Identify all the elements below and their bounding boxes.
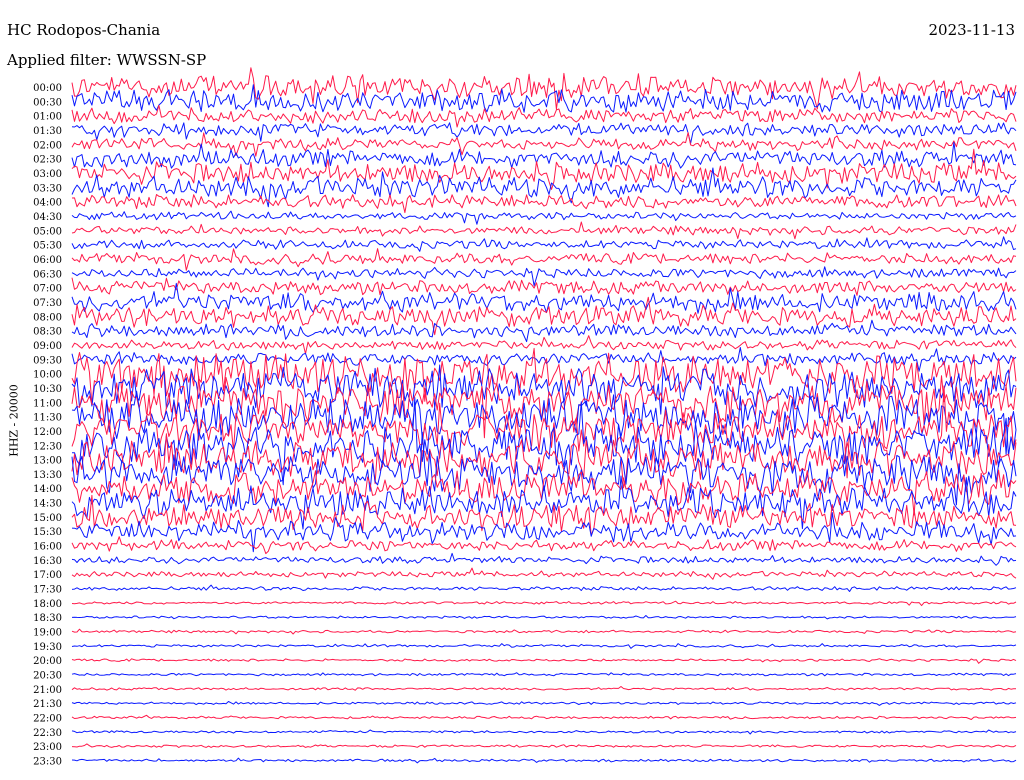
time-tick-label: 12:00 xyxy=(33,427,62,438)
time-tick-label: 19:30 xyxy=(33,642,62,653)
time-tick-label: 12:30 xyxy=(33,441,62,452)
time-tick-label: 11:30 xyxy=(33,413,62,424)
trace-line-1600 xyxy=(71,536,1017,555)
time-tick-label: 03:00 xyxy=(33,169,62,180)
trace-line-0600 xyxy=(71,248,1017,271)
time-tick-label: 07:00 xyxy=(33,284,62,295)
trace-line-1900 xyxy=(71,628,1017,635)
time-tick-label: 18:00 xyxy=(33,599,62,610)
trace-line-0700 xyxy=(71,277,1017,296)
time-tick-label: 03:30 xyxy=(33,183,62,194)
trace-line-0230 xyxy=(71,141,1017,169)
trace-line-2100 xyxy=(71,686,1016,691)
time-tick-label: 21:00 xyxy=(33,685,62,696)
trace-line-1400 xyxy=(71,469,1017,516)
time-tick-label: 06:30 xyxy=(33,269,62,280)
time-tick-label: 01:30 xyxy=(33,126,62,137)
time-tick-label: 04:30 xyxy=(33,212,62,223)
time-tick-label: 23:00 xyxy=(33,742,62,753)
time-tick-label: 16:30 xyxy=(33,556,62,567)
time-tick-label: 13:00 xyxy=(33,456,62,467)
time-tick-label: 10:00 xyxy=(33,370,62,381)
time-tick-label: 17:30 xyxy=(33,585,62,596)
trace-line-1630 xyxy=(71,552,1017,566)
trace-line-1930 xyxy=(71,643,1017,649)
time-tick-label: 05:30 xyxy=(33,241,62,252)
time-tick-label: 11:00 xyxy=(33,398,62,409)
time-tick-label: 01:00 xyxy=(33,112,62,123)
time-tick-label: 07:30 xyxy=(33,298,62,309)
record-date: 2023-11-13 xyxy=(928,21,1015,39)
time-tick-label: 15:00 xyxy=(33,513,62,524)
trace-line-0100 xyxy=(71,104,1017,128)
time-tick-label: 20:00 xyxy=(33,656,62,667)
time-tick-label: 23:30 xyxy=(33,757,62,768)
time-tick-label: 14:30 xyxy=(33,499,62,510)
helicorder-page: 00:00 00:30 01:00 01:30 02:00 02:30 03:00 03:30… xyxy=(0,0,1024,780)
trace-line-1730 xyxy=(71,584,1017,592)
trace-line-1800 xyxy=(71,600,1017,607)
trace-line-0000 xyxy=(71,67,1017,110)
trace-line-0430 xyxy=(71,210,1017,225)
trace-line-2200 xyxy=(71,714,1017,720)
time-tick-label: 22:30 xyxy=(33,728,62,739)
trace-line-1230 xyxy=(72,397,1017,486)
trace-line-0400 xyxy=(71,194,1017,214)
time-tick-label: 16:00 xyxy=(33,542,62,553)
time-tick-label: 08:30 xyxy=(33,327,62,338)
time-tick-label: 09:00 xyxy=(33,341,62,352)
time-tick-label: 02:30 xyxy=(33,155,62,166)
station-title: HC Rodopos-Chania xyxy=(7,21,161,39)
time-tick-label: 05:00 xyxy=(33,226,62,237)
trace-line-0030 xyxy=(71,84,1017,113)
trace-line-1830 xyxy=(71,615,1017,620)
time-tick-label: 14:00 xyxy=(33,484,62,495)
trace-line-2030 xyxy=(71,672,1017,677)
trace-line-2000 xyxy=(71,658,1017,664)
time-tick-label: 06:00 xyxy=(33,255,62,266)
time-tick-label: 13:30 xyxy=(33,470,62,481)
time-tick-label: 04:00 xyxy=(33,198,62,209)
trace-line-0630 xyxy=(71,266,1017,287)
trace-line-0530 xyxy=(71,236,1017,252)
trace-line-2230 xyxy=(71,729,1017,735)
trace-line-2330 xyxy=(71,757,1017,764)
trace-line-1700 xyxy=(71,567,1017,580)
time-tick-label: 08:00 xyxy=(33,312,62,323)
trace-line-0900 xyxy=(71,335,1017,355)
trace-line-2300 xyxy=(71,743,1017,748)
filter-label: Applied filter: WWSSN-SP xyxy=(7,51,207,69)
time-tick-label: 10:30 xyxy=(33,384,62,395)
time-tick-label: 22:00 xyxy=(33,714,62,725)
time-tick-label: 15:30 xyxy=(33,527,62,538)
channel-axis-label: HHZ - 20000 xyxy=(7,384,21,457)
helicorder-plot: 00:00 00:30 01:00 01:30 02:00 02:30 03:00 03:30… xyxy=(33,67,1017,768)
time-tick-label: 09:30 xyxy=(33,355,62,366)
time-tick-label: 00:30 xyxy=(33,97,62,108)
time-tick-label: 00:00 xyxy=(33,83,62,94)
time-tick-label: 20:30 xyxy=(33,671,62,682)
trace-line-0500 xyxy=(71,221,1017,240)
time-tick-label: 02:00 xyxy=(33,140,62,151)
time-tick-label: 17:00 xyxy=(33,570,62,581)
trace-line-2130 xyxy=(71,701,1017,706)
time-tick-label: 19:00 xyxy=(33,628,62,639)
trace-line-1330 xyxy=(71,431,1017,506)
time-tick-label: 18:30 xyxy=(33,613,62,624)
time-tick-label: 21:30 xyxy=(33,699,62,710)
